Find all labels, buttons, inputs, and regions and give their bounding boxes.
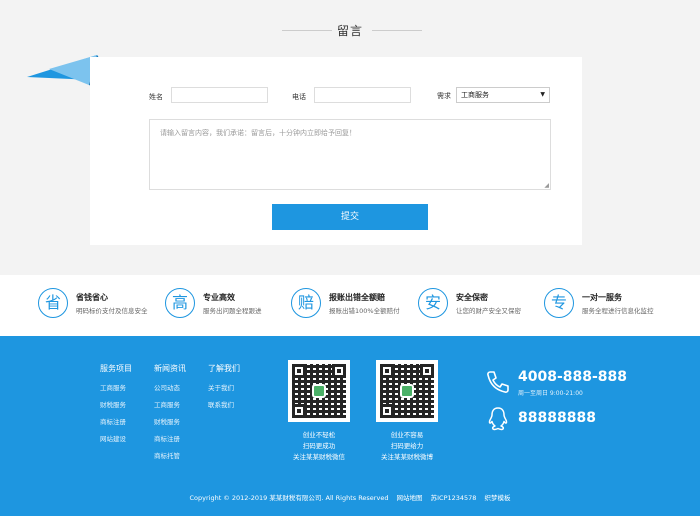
need-select-value: 工商服务 <box>461 91 489 99</box>
qr-caption-line: 关注某某财税微信 <box>293 453 345 461</box>
feature-desc: 服务全程进行信息化监控 <box>582 307 654 315</box>
qr-logo-icon <box>312 384 326 398</box>
footer-link[interactable]: 财税服务 <box>100 399 132 409</box>
heading-divider-left <box>282 30 332 31</box>
message-title: 留言 <box>336 24 363 38</box>
footer-column-about: 了解我们 关于我们 联系我们 <box>208 363 240 416</box>
wechat-qr-code <box>288 360 350 422</box>
qr-caption-line: 扫码更给力 <box>390 442 424 450</box>
footer-column-news: 新闻资讯 公司动态 工商服务 财税服务 商标注册 商标托管 <box>154 363 186 467</box>
feature-title: 省钱省心 <box>76 293 108 302</box>
feature-item: 赔 报账出错全额赔 报账出错100%全额赔付 <box>291 288 421 322</box>
message-textarea[interactable]: 请输入留言内容，我们承诺：留言后，十分钟内立即给予回复！ ◢ <box>149 119 551 190</box>
weibo-qr-code <box>376 360 438 422</box>
feature-item: 专 一对一服务 服务全程进行信息化监控 <box>544 288 674 322</box>
footer-link[interactable]: 工商服务 <box>100 382 132 392</box>
message-form: 姓名 电话 需求 工商服务 ▼ 请输入留言内容，我们承诺：留言后，十分钟内立即给… <box>90 57 582 245</box>
footer-link[interactable]: 商标注册 <box>100 416 132 426</box>
feature-title: 一对一服务 <box>582 293 622 302</box>
feature-item: 安 安全保密 让您的财产安全又保密 <box>418 288 548 322</box>
footer-link[interactable]: 公司动态 <box>154 382 186 392</box>
need-select[interactable]: 工商服务 ▼ <box>456 87 550 103</box>
phone-icon <box>487 371 509 393</box>
efficiency-icon: 高 <box>165 288 195 318</box>
exclusive-icon: 专 <box>544 288 574 318</box>
template-link[interactable]: 织梦模板 <box>485 494 511 502</box>
footer-link[interactable]: 财税服务 <box>154 416 186 426</box>
qr-caption-line: 创业不轻松 <box>302 431 336 439</box>
feature-title: 专业高效 <box>203 293 235 302</box>
feature-desc: 明码标价支付及信息安全 <box>76 307 148 315</box>
qr-caption-line: 关注某某财税微博 <box>381 453 433 461</box>
footer-link[interactable]: 工商服务 <box>154 399 186 409</box>
footer-column-head[interactable]: 了解我们 <box>208 363 240 374</box>
copyright-text: Copyright © 2012-2019 某某财税有限公司. All Righ… <box>189 494 389 502</box>
footer-column-head[interactable]: 服务项目 <box>100 363 132 374</box>
weibo-qr-caption: 创业不容易 扫码更给力 关注某某财税微博 <box>357 430 457 463</box>
message-heading: 留言 <box>0 22 700 39</box>
feature-item: 省 省钱省心 明码标价支付及信息安全 <box>38 288 168 322</box>
features-strip: 省 省钱省心 明码标价支付及信息安全 高 专业高效 服务出问题全程跟进 赔 报账… <box>0 275 700 336</box>
feature-title: 报账出错全额赔 <box>329 293 385 302</box>
heading-divider-right <box>372 30 422 31</box>
phone-number[interactable]: 4008-888-888 <box>518 369 627 385</box>
sitemap-link[interactable]: 网站地图 <box>397 494 423 502</box>
feature-title: 安全保密 <box>456 293 488 302</box>
submit-button[interactable]: 提交 <box>272 204 428 230</box>
footer-link[interactable]: 联系我们 <box>208 399 240 409</box>
need-label: 需求 <box>437 92 451 100</box>
save-icon: 省 <box>38 288 68 318</box>
footer-link[interactable]: 关于我们 <box>208 382 240 392</box>
feature-desc: 让您的财产安全又保密 <box>456 307 521 315</box>
compensation-icon: 赔 <box>291 288 321 318</box>
wechat-qr-caption: 创业不轻松 扫码更成功 关注某某财税微信 <box>269 430 369 463</box>
message-section: 留言 姓名 电话 需求 工商服务 ▼ 请输入留言内容，我们承诺：留言后，十分钟内… <box>0 0 700 275</box>
feature-desc: 服务出问题全程跟进 <box>203 307 262 315</box>
name-input[interactable] <box>171 87 268 103</box>
footer-link[interactable]: 商标托管 <box>154 450 186 460</box>
service-hours: 周一至周日 9:00-21:00 <box>518 390 583 397</box>
copyright-bar: Copyright © 2012-2019 某某财税有限公司. All Righ… <box>0 492 700 502</box>
footer-link[interactable]: 商标注册 <box>154 433 186 443</box>
footer-link[interactable]: 网站建设 <box>100 433 132 443</box>
qr-logo-icon <box>400 384 414 398</box>
qq-penguin-icon <box>488 407 508 431</box>
security-icon: 安 <box>418 288 448 318</box>
feature-desc: 报账出错100%全额赔付 <box>329 307 400 315</box>
qr-caption-line: 扫码更成功 <box>302 442 336 450</box>
footer-column-services: 服务项目 工商服务 财税服务 商标注册 网站建设 <box>100 363 132 450</box>
icp-link[interactable]: 苏ICP1234578 <box>431 494 477 502</box>
phone-label: 电话 <box>292 93 306 101</box>
footer: 服务项目 工商服务 财税服务 商标注册 网站建设 新闻资讯 公司动态 工商服务 … <box>0 336 700 516</box>
name-label: 姓名 <box>149 93 163 101</box>
feature-item: 高 专业高效 服务出问题全程跟进 <box>165 288 295 322</box>
footer-column-head[interactable]: 新闻资讯 <box>154 363 186 374</box>
dropdown-caret-icon: ▼ <box>540 91 545 98</box>
phone-input[interactable] <box>314 87 411 103</box>
qq-number[interactable]: 88888888 <box>518 410 596 426</box>
qr-caption-line: 创业不容易 <box>390 431 424 439</box>
message-placeholder: 请输入留言内容，我们承诺：留言后，十分钟内立即给予回复！ <box>160 129 356 137</box>
resize-grip-icon[interactable]: ◢ <box>544 182 549 189</box>
